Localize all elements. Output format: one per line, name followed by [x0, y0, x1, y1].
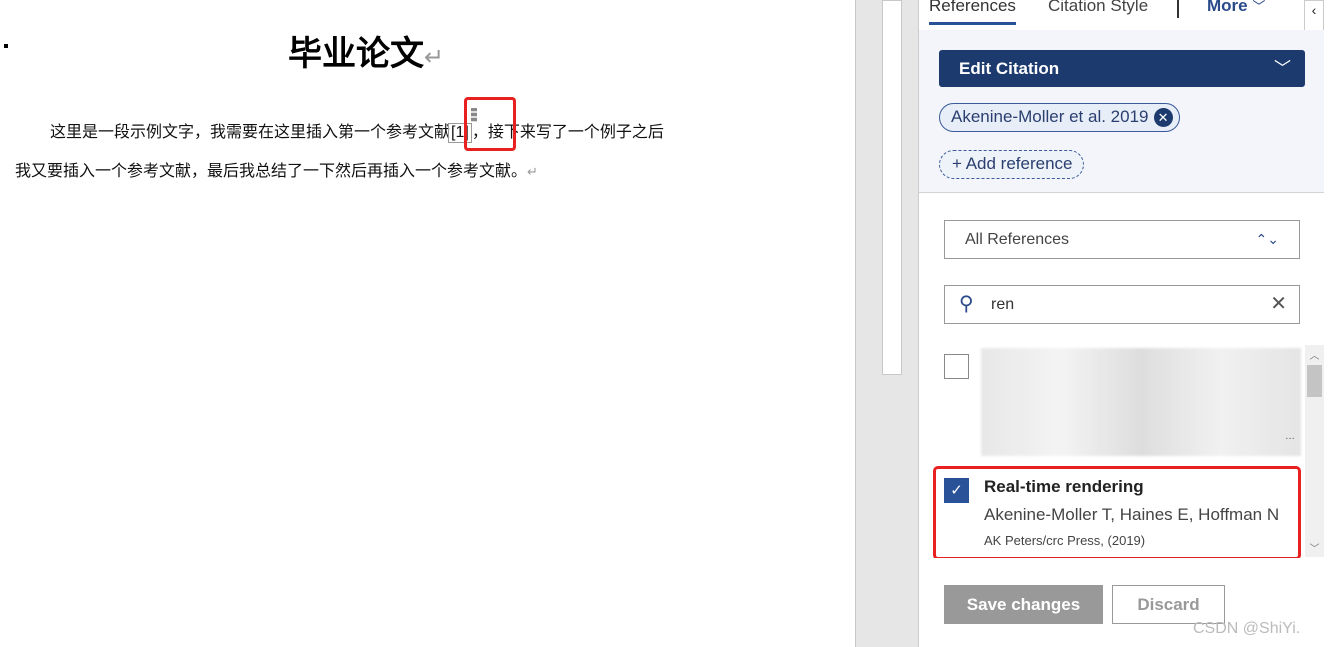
search-icon: ⚲: [959, 293, 974, 315]
paragraph-mark: ↵: [527, 164, 538, 179]
paragraph-1[interactable]: 这里是一段示例文字，我需要在这里插入第一个参考文献[1] ，接下来写了一个例子之后: [50, 118, 664, 143]
paragraph-2[interactable]: 我又要插入一个参考文献，最后我总结了一下然后再插入一个参考文献。↵: [15, 157, 538, 181]
check-icon: ✓: [950, 482, 963, 499]
scroll-up-icon[interactable]: ︿: [1305, 347, 1324, 362]
tab-divider: [1177, 0, 1179, 18]
reference-filter-select[interactable]: All References ⌃⌄: [944, 220, 1300, 259]
chevron-down-icon: ﹀: [1252, 0, 1266, 14]
tab-references[interactable]: References: [929, 0, 1016, 25]
document-scrollbar[interactable]: [882, 0, 902, 375]
watermark: CSDN @ShiYi.: [1193, 620, 1301, 637]
reference-checkbox-checked[interactable]: ✓: [944, 478, 969, 503]
clear-search-icon[interactable]: ✕: [1270, 286, 1287, 323]
discard-button[interactable]: Discard: [1112, 585, 1225, 624]
scroll-thumb[interactable]: [1307, 365, 1322, 397]
save-changes-button[interactable]: Save changes: [944, 585, 1103, 624]
redacted-reference: [981, 348, 1301, 456]
reference-title[interactable]: Real-time rendering: [984, 477, 1144, 497]
scroll-down-icon[interactable]: ﹀: [1305, 540, 1324, 555]
document-canvas[interactable]: 毕业论文↵ 这里是一段示例文字，我需要在这里插入第一个参考文献[1] ，接下来写了…: [0, 0, 855, 647]
collapse-panel-button[interactable]: ‹: [1304, 0, 1324, 32]
ellipsis: …: [1285, 431, 1295, 442]
updown-chevron-icon: ⌃⌄: [1255, 231, 1279, 247]
cited-reference-chip: Akenine-Moller et al. 2019 ✕: [939, 103, 1180, 132]
reference-publisher: AK Peters/crc Press, (2019): [984, 533, 1146, 548]
reference-list: … ✓ Real-time rendering Akenine-Moller T…: [919, 343, 1324, 558]
chevron-down-icon: ﹀: [1274, 59, 1291, 78]
reference-authors: Akenine-Moller T, Haines E, Hoffman N: [984, 505, 1280, 524]
paragraph-mark: ↵: [424, 44, 445, 71]
highlight-box: [464, 97, 516, 151]
reference-checkbox[interactable]: [944, 354, 969, 379]
citation-panel: References Citation Style More ﹀ ‹ Edit …: [918, 0, 1324, 647]
bullet-mark: [4, 44, 8, 48]
search-input[interactable]: ⚲ ren ✕: [944, 285, 1300, 324]
panel-tabs: References Citation Style More ﹀ ‹: [919, 0, 1324, 32]
add-reference-button[interactable]: + Add reference: [939, 150, 1084, 179]
tab-citation-style[interactable]: Citation Style: [1048, 0, 1148, 16]
edit-citation-section: Edit Citation ﹀ Akenine-Moller et al. 201…: [919, 30, 1324, 193]
list-scrollbar[interactable]: ︿ ﹀: [1305, 345, 1324, 557]
remove-icon[interactable]: ✕: [1153, 108, 1173, 127]
edit-citation-button[interactable]: Edit Citation ﹀: [939, 50, 1305, 87]
tab-more[interactable]: More ﹀: [1207, 0, 1265, 16]
document-title[interactable]: 毕业论文↵: [288, 26, 444, 75]
